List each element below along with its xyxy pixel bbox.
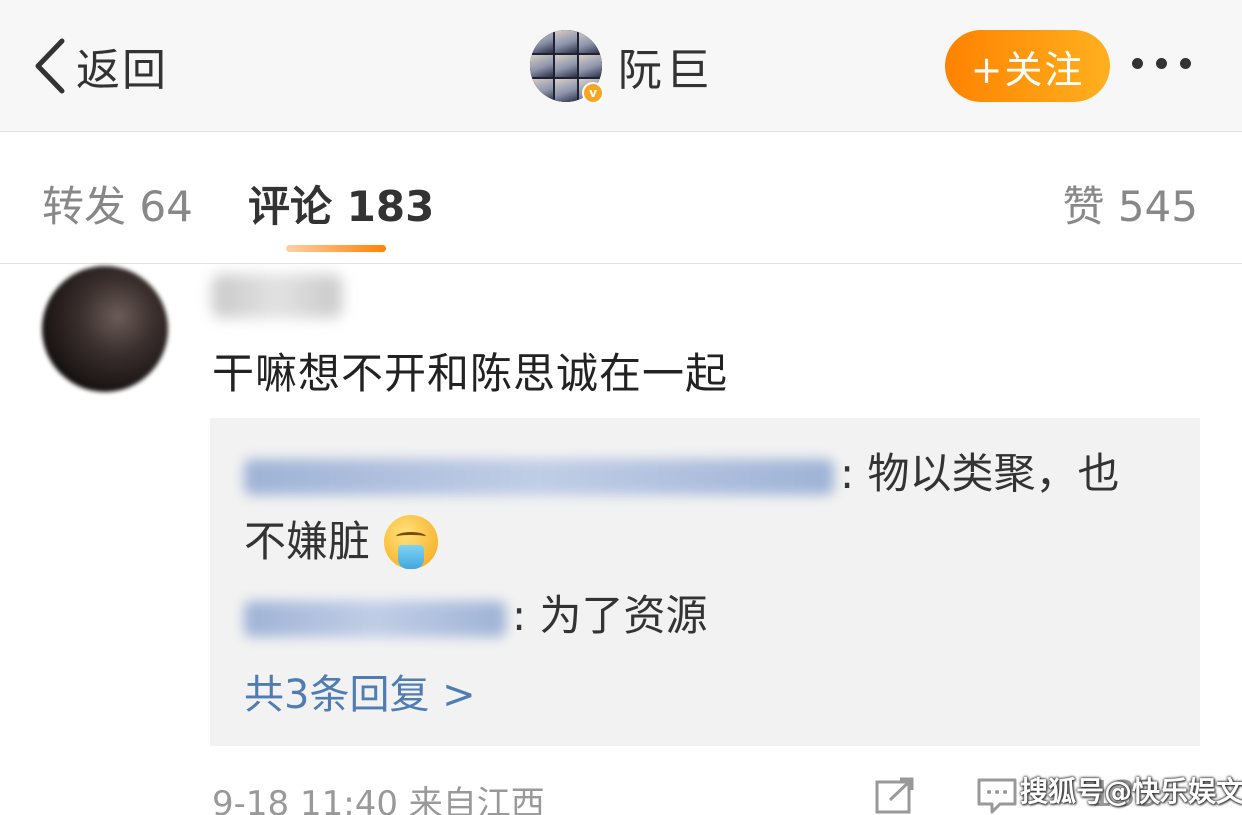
reply-item-continued: 不嫌脏 — [244, 508, 439, 576]
follow-button[interactable]: +关注 — [945, 30, 1110, 102]
tab-bar: 转发 64 评论 183 赞 545 — [0, 133, 1242, 264]
chevron-left-icon — [35, 38, 65, 94]
verified-badge: v — [582, 82, 604, 104]
back-label: 返回 — [76, 45, 168, 96]
reply-text: : 为了资源 — [512, 591, 708, 640]
share-icon[interactable] — [874, 776, 916, 815]
reply-author-blurred[interactable] — [244, 600, 506, 637]
reply-item: : 为了资源 — [244, 582, 708, 650]
comment-meta: 9-18 11:40 来自江西 — [212, 784, 545, 815]
top-navbar: 返回 v 阮巨 +关注 — [0, 0, 1242, 132]
dot — [1156, 58, 1167, 69]
reply-author-blurred[interactable] — [244, 458, 834, 495]
reply-box[interactable]: : 物以类聚，也 不嫌脏 : 为了资源 共3条回复 > — [210, 418, 1200, 746]
profile-header[interactable]: v 阮巨 — [530, 30, 714, 104]
reply-text: 不嫌脏 — [244, 517, 371, 566]
tab-like[interactable]: 赞 545 — [1062, 173, 1198, 234]
reply-text: : 物以类聚，也 — [840, 449, 1120, 498]
tab-repost[interactable]: 转发 64 — [42, 173, 193, 234]
active-tab-indicator — [286, 245, 386, 252]
watermark: 搜狐号@快乐娱文 — [1020, 775, 1242, 808]
dot — [1180, 58, 1191, 69]
commenter-avatar[interactable] — [42, 266, 168, 392]
commenter-name-blurred[interactable] — [212, 274, 342, 318]
username[interactable]: 阮巨 — [618, 34, 714, 98]
dot — [1132, 58, 1143, 69]
vomit-emoji-icon — [384, 515, 439, 569]
view-all-replies-link[interactable]: 共3条回复 > — [244, 662, 476, 720]
reply-item: : 物以类聚，也 — [244, 440, 1120, 508]
tab-comment[interactable]: 评论 183 — [248, 173, 434, 234]
back-button[interactable]: 返回 — [32, 36, 168, 96]
comment-text: 干嘛想不开和陈思诚在一起 — [212, 349, 729, 398]
comment-icon[interactable] — [976, 776, 1018, 815]
more-dots-icon[interactable] — [1132, 58, 1191, 69]
